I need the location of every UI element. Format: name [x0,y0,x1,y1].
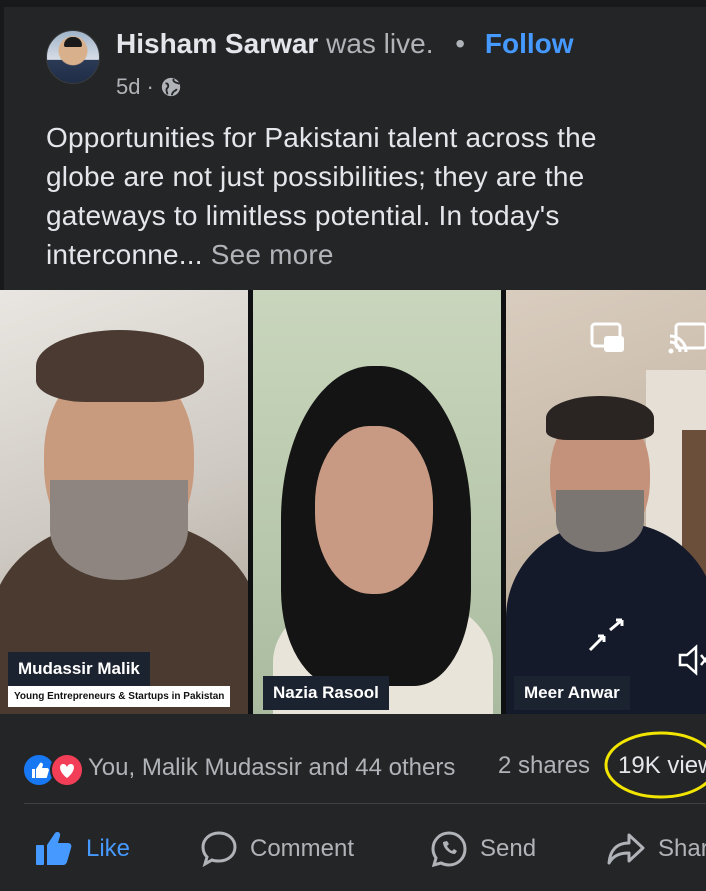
participant-beard [50,480,188,580]
participant-name-tag: Mudassir Malik [8,652,150,686]
views-highlight-circle [604,731,706,799]
author-avatar[interactable] [46,30,100,84]
cast-icon[interactable] [668,322,706,354]
participant-name-tag: Nazia Rasool [263,676,389,710]
like-button[interactable]: Like [34,828,130,870]
reaction-icons [22,751,88,787]
header-separator: • [455,28,466,59]
post-header: Hisham Sarwar was live. • Follow [116,28,574,60]
reactions-summary[interactable]: You, Malik Mudassir and 44 others [22,748,455,788]
participant-subtitle: Young Entrepreneurs & Startups in Pakist… [8,686,231,707]
video-panel-1: Mudassir Malik Young Entrepreneurs & Sta… [0,290,248,714]
like-icon [36,832,72,865]
window-top-edge [0,0,706,7]
comment-icon [201,831,237,868]
reactions-text[interactable]: You, Malik Mudassir and 44 others [88,754,455,782]
author-name[interactable]: Hisham Sarwar [116,28,318,59]
video-panel-3: Meer Anwar [506,290,706,714]
window-left-edge [0,0,4,290]
live-status: was live. [326,28,434,59]
participant-beard [556,490,644,552]
comment-button[interactable]: Comment [200,828,354,870]
participant-hair [546,396,654,440]
participant-name-tag: Meer Anwar [514,676,630,710]
share-button[interactable]: Share [606,828,706,870]
live-video[interactable]: Mudassir Malik Young Entrepreneurs & Sta… [0,290,706,714]
volume-icon[interactable] [676,642,706,678]
post-time[interactable]: 5d [116,74,140,100]
video-panel-2: Nazia Rasool [253,290,501,714]
participant-face [315,426,433,594]
actions-divider [24,803,706,804]
shares-count[interactable]: 2 shares [498,752,590,780]
share-label: Share [658,835,706,862]
meta-separator: · [146,74,154,99]
send-button[interactable]: Send [430,828,536,870]
follow-button[interactable]: Follow [485,28,574,59]
send-icon [431,831,467,868]
share-icon [607,833,645,865]
send-label: Send [480,835,537,862]
see-more-link[interactable]: See more [211,239,334,270]
post-text: Opportunities for Pakistani talent acros… [46,118,666,274]
like-label: Like [86,835,131,862]
post-meta: 5d · [116,74,182,100]
participant-hair [36,330,204,402]
move-icon [588,618,624,652]
pip-icon[interactable] [590,322,626,354]
love-reaction-icon [50,753,84,787]
globe-icon[interactable] [160,76,182,98]
comment-label: Comment [250,835,355,862]
